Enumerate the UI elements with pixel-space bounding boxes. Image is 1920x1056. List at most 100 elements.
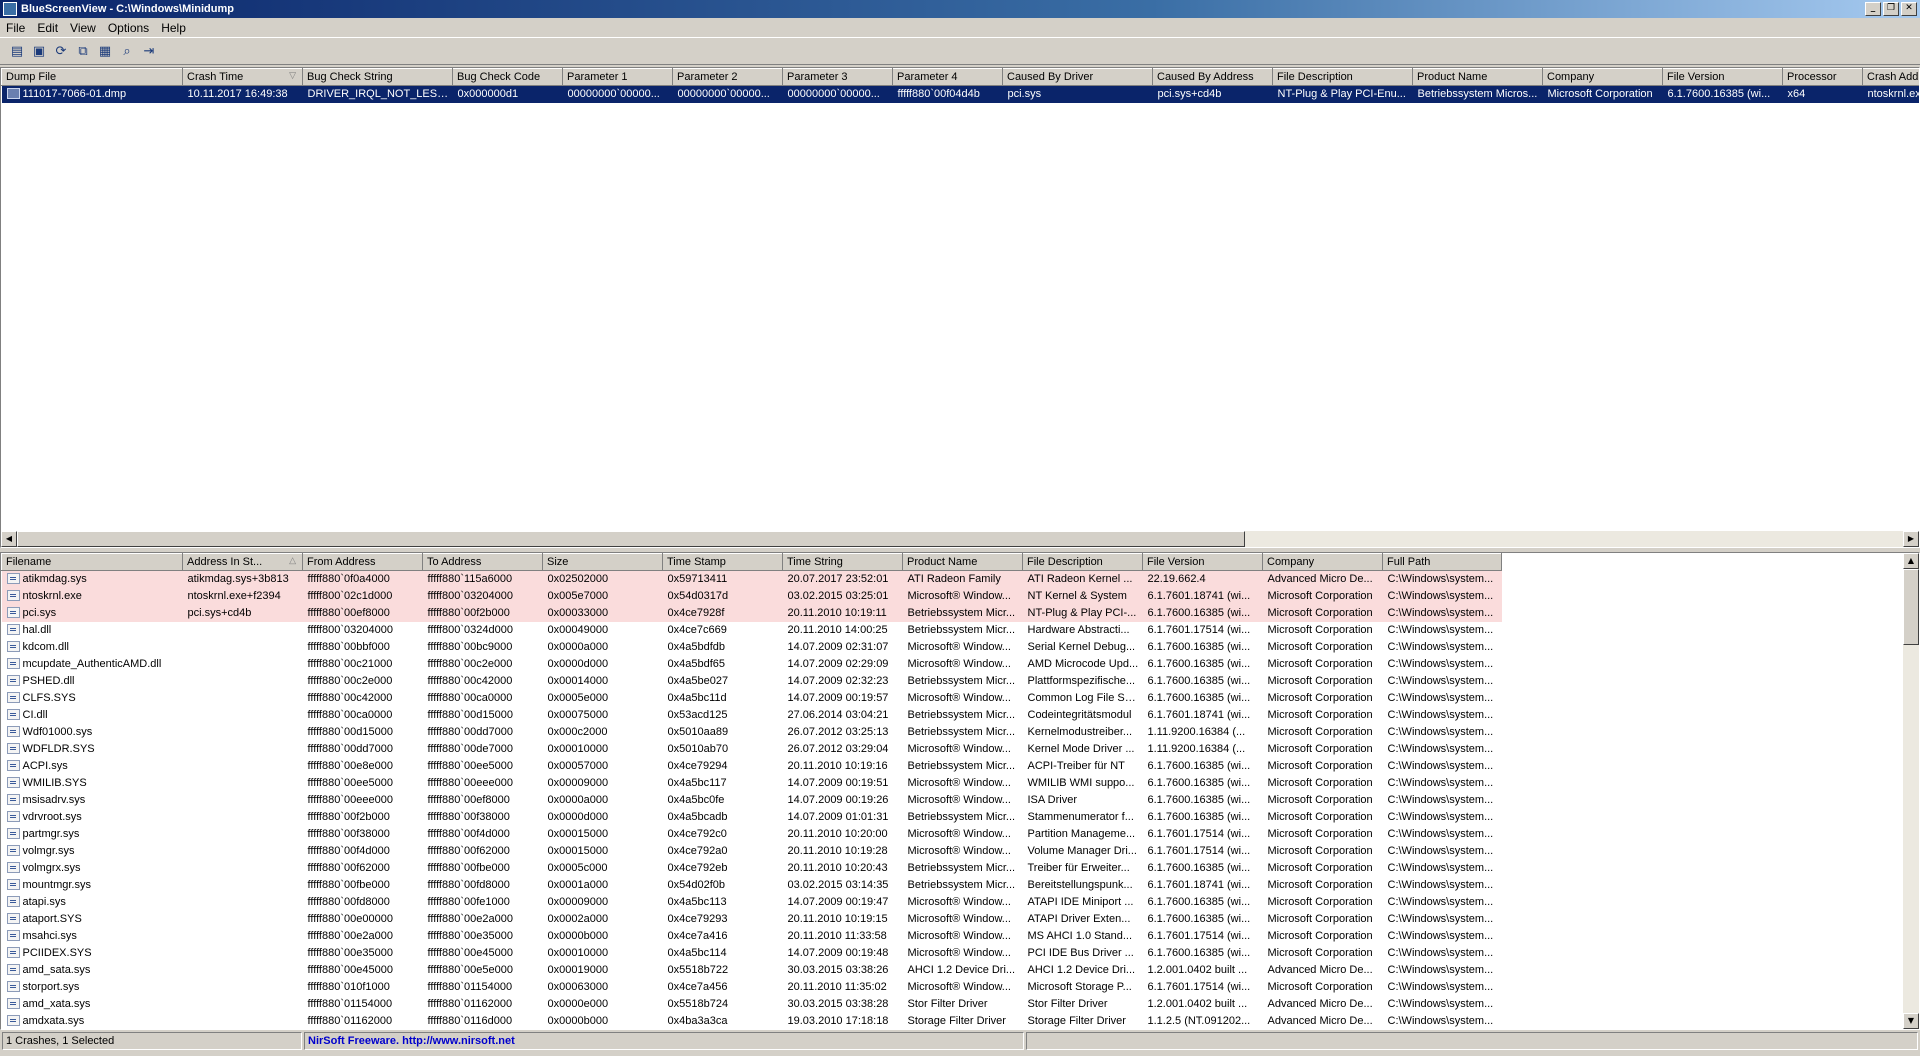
col-parameter-4[interactable]: Parameter 4	[892, 68, 1003, 86]
driver-row[interactable]: volmgrx.sys fffff880`00f62000 fffff880`00f…	[2, 860, 1502, 877]
menu-help[interactable]: Help	[155, 21, 192, 35]
crash-cell: ntoskrnl.ex	[1862, 85, 1919, 103]
driver-cell: fffff880`00de7000	[427, 743, 513, 755]
menu-file[interactable]: File	[0, 21, 31, 35]
filename-cell: kdcom.dll	[2, 639, 183, 656]
driver-row[interactable]: pci.sys pci.sys+cd4b fffff880`00ef8000 ffff…	[1, 604, 1502, 622]
col-parameter-1[interactable]: Parameter 1	[562, 68, 673, 86]
driver-row[interactable]: CI.dll fffff880`00ca0000 fffff880`00d15000…	[2, 707, 1502, 724]
col-crash-time[interactable]: Crash Time ▽	[182, 68, 303, 86]
driver-cell	[183, 792, 303, 809]
driver-cell: 0x5518b722	[667, 964, 729, 976]
vertical-scrollbar[interactable]: ▲ ▼	[1903, 553, 1919, 1029]
save-icon[interactable]: ▣	[30, 42, 48, 60]
col-bug-check-code[interactable]: Bug Check Code	[452, 68, 563, 86]
menu-edit[interactable]: Edit	[31, 21, 64, 35]
col-parameter-3[interactable]: Parameter 3	[782, 68, 893, 86]
driver-row[interactable]: ntoskrnl.exe ntoskrnl.exe+f2394 fffff800`0…	[1, 587, 1502, 605]
col-parameter-2[interactable]: Parameter 2	[672, 68, 783, 86]
scroll-up-arrow-icon[interactable]: ▲	[1903, 553, 1919, 569]
maximize-button[interactable]: ❐	[1883, 2, 1899, 16]
driver-row[interactable]: kdcom.dll fffff880`00bbf000 fffff880`00bc9…	[2, 639, 1502, 656]
driver-row[interactable]: amd_xata.sys fffff880`01154000 fffff880`01…	[2, 996, 1502, 1013]
crash-row[interactable]: 111017-7066-01.dmp 10.11.2017 16:49:38 D…	[1, 85, 1919, 103]
col-processor[interactable]: Processor	[1782, 68, 1863, 86]
driver-row[interactable]: WDFLDR.SYS fffff880`00dd7000 fffff880`00de…	[2, 741, 1502, 758]
driver-row[interactable]: CLFS.SYS fffff880`00c42000 fffff880`00ca00…	[2, 690, 1502, 707]
menu-view[interactable]: View	[64, 21, 102, 35]
properties-icon[interactable]: ▤	[8, 42, 26, 60]
driver-row[interactable]: msisadrv.sys fffff880`00eee000 fffff880`00…	[2, 792, 1502, 809]
driver-row[interactable]: atikmdag.sys atikmdag.sys+3b813 fffff880`0…	[1, 570, 1502, 588]
driver-cell: C:\Windows\system...	[1387, 794, 1494, 806]
copy-icon[interactable]: ⧉	[74, 42, 92, 60]
driver-cell: Microsoft® Window...	[902, 587, 1023, 605]
col-crash-address[interactable]: Crash Addr	[1862, 68, 1919, 86]
driver-cell: Microsoft® Window...	[907, 641, 1011, 653]
driver-cell: 0x5518b724	[667, 998, 729, 1010]
col-from-address[interactable]: From Address	[302, 553, 423, 571]
driver-cell: 6.1.7600.16385 (wi...	[1147, 862, 1251, 874]
driver-cell: Microsoft® Window...	[907, 743, 1011, 755]
col-bug-check-string[interactable]: Bug Check String	[302, 68, 453, 86]
scroll-down-arrow-icon[interactable]: ▼	[1903, 1013, 1919, 1029]
driver-row[interactable]: vdrvroot.sys fffff880`00f2b000 fffff880`00…	[2, 809, 1502, 826]
driver-row[interactable]: Wdf01000.sys fffff880`00d15000 fffff880`00…	[2, 724, 1502, 741]
driver-row[interactable]: storport.sys fffff880`010f1000 fffff880`01…	[2, 979, 1502, 996]
col-file-version[interactable]: File Version	[1662, 68, 1783, 86]
driver-cell: 6.1.7600.16385 (wi...	[1147, 794, 1251, 806]
find-icon[interactable]: ⌕	[118, 42, 136, 60]
col-time-stamp[interactable]: Time Stamp	[662, 553, 783, 571]
nirsoft-link[interactable]: NirSoft Freeware. http://www.nirsoft.net	[304, 1032, 1024, 1050]
driver-cell: fffff880`010f1000	[307, 981, 390, 993]
col-caused-by-driver[interactable]: Caused By Driver	[1002, 68, 1153, 86]
driver-cell: fffff800`02c1d000	[302, 587, 423, 605]
col-file-version[interactable]: File Version	[1142, 553, 1263, 571]
col-address-in-stack[interactable]: Address In St... △	[182, 553, 303, 571]
horizontal-scroll-thumb[interactable]	[17, 531, 1245, 547]
driver-row[interactable]: partmgr.sys fffff880`00f38000 fffff880`00f…	[2, 826, 1502, 843]
driver-row[interactable]: mcupdate_AuthenticAMD.dll fffff880`00c210…	[2, 656, 1502, 673]
driver-row[interactable]: ataport.SYS fffff880`00e00000 fffff880`00e…	[2, 911, 1502, 928]
refresh-icon[interactable]: ⟳	[52, 42, 70, 60]
driver-row[interactable]: amd_sata.sys fffff880`00e45000 fffff880`00…	[2, 962, 1502, 979]
col-file-description[interactable]: File Description	[1022, 553, 1143, 571]
col-full-path[interactable]: Full Path	[1382, 553, 1502, 571]
exit-icon[interactable]: ⇥	[140, 42, 158, 60]
html-report-icon[interactable]: ▦	[96, 42, 114, 60]
col-company[interactable]: Company	[1262, 553, 1383, 571]
col-product-name[interactable]: Product Name	[1412, 68, 1543, 86]
col-file-description[interactable]: File Description	[1272, 68, 1413, 86]
driver-row[interactable]: mountmgr.sys fffff880`00fbe000 fffff880`00…	[2, 877, 1502, 894]
driver-row[interactable]: PSHED.dll fffff880`00c2e000 fffff880`00c42…	[2, 673, 1502, 690]
close-button[interactable]: ✕	[1901, 2, 1917, 16]
scroll-left-arrow-icon[interactable]: ◀	[1, 531, 17, 547]
driver-cell: 0x0000d000	[547, 658, 609, 670]
scroll-right-arrow-icon[interactable]: ▶	[1903, 531, 1919, 547]
col-to-address[interactable]: To Address	[422, 553, 543, 571]
menu-options[interactable]: Options	[102, 21, 155, 35]
driver-row[interactable]: WMILIB.SYS fffff880`00ee5000 fffff880`00ee…	[2, 775, 1502, 792]
vertical-scroll-thumb[interactable]	[1903, 569, 1919, 645]
minimize-button[interactable]: _	[1865, 2, 1881, 16]
col-product-name[interactable]: Product Name	[902, 553, 1023, 571]
driver-list-pane[interactable]: Filename Address In St... △ From Address …	[0, 552, 1920, 1030]
driver-row[interactable]: ACPI.sys fffff880`00e8e000 fffff880`00ee50…	[2, 758, 1502, 775]
col-dump-file[interactable]: Dump File	[1, 68, 183, 86]
col-caused-by-address[interactable]: Caused By Address	[1152, 68, 1273, 86]
driver-row[interactable]: amdxata.sys fffff880`01162000 fffff880`011…	[2, 1013, 1502, 1030]
driver-cell: C:\Windows\system...	[1387, 675, 1494, 687]
horizontal-scrollbar[interactable]: ◀ ▶	[1, 531, 1919, 547]
driver-cell: 14.07.2009 02:29:09	[787, 658, 889, 670]
col-size[interactable]: Size	[542, 553, 663, 571]
driver-row[interactable]: msahci.sys fffff880`00e2a000 fffff880`00e3…	[2, 928, 1502, 945]
driver-cell	[183, 860, 303, 877]
crash-list-pane[interactable]: Dump File Crash Time ▽ Bug Check String B…	[0, 67, 1920, 548]
col-time-string[interactable]: Time String	[782, 553, 903, 571]
driver-row[interactable]: PCIIDEX.SYS fffff880`00e35000 fffff880`00e…	[2, 945, 1502, 962]
col-company[interactable]: Company	[1542, 68, 1663, 86]
driver-row[interactable]: volmgr.sys fffff880`00f4d000 fffff880`00f6…	[2, 843, 1502, 860]
driver-row[interactable]: hal.dll fffff800`03204000 fffff800`0324d00…	[2, 622, 1502, 639]
driver-row[interactable]: atapi.sys fffff880`00fd8000 fffff880`00fe1…	[2, 894, 1502, 911]
col-filename[interactable]: Filename	[1, 553, 183, 571]
